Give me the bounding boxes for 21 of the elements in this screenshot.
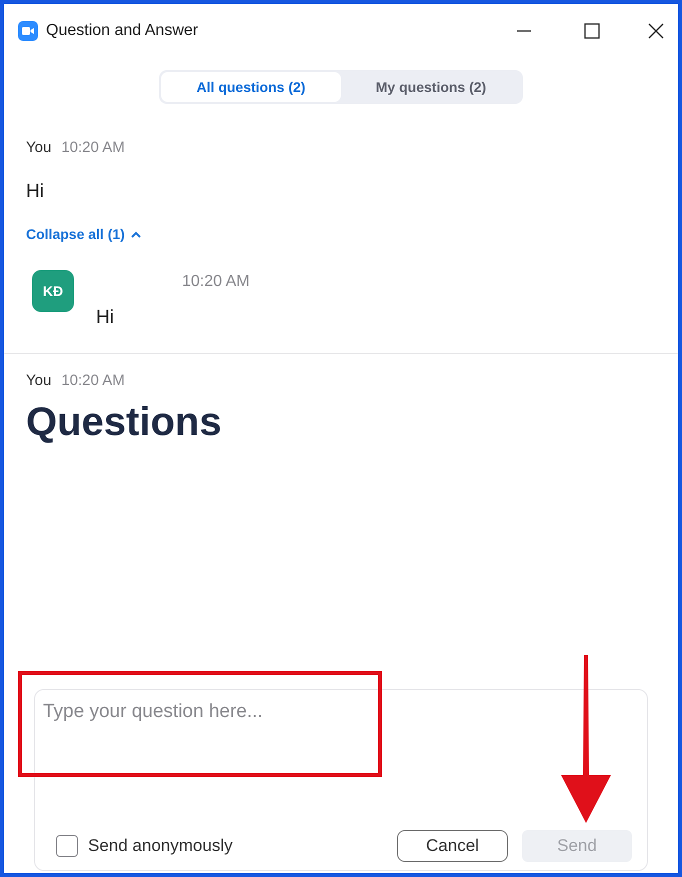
cancel-button[interactable]: Cancel [397,830,508,862]
arrow-icon [561,655,611,823]
author-name: You [26,370,52,390]
checkbox-label: Send anonymously [88,835,233,858]
maximize-icon[interactable] [584,23,600,39]
reply-text: Hi [96,306,115,330]
timestamp: 10:20 AM [61,370,125,390]
question-text: Hi [26,180,45,204]
window-title: Question and Answer [46,21,198,41]
question-text: Questions [26,399,223,446]
app-logo-icon [18,21,38,41]
timestamp: 10:20 AM [182,272,250,292]
author-name: You [26,138,52,158]
timestamp: 10:20 AM [61,138,125,158]
avatar: KĐ [32,270,74,312]
tab[interactable]: My questions (2) [341,72,521,102]
collapse-link[interactable]: Collapse all (1) [26,224,141,245]
chevron-up-icon [130,230,141,238]
tab[interactable]: All questions (2) [161,72,341,102]
checkbox[interactable] [56,835,78,857]
close-icon[interactable] [648,23,664,39]
